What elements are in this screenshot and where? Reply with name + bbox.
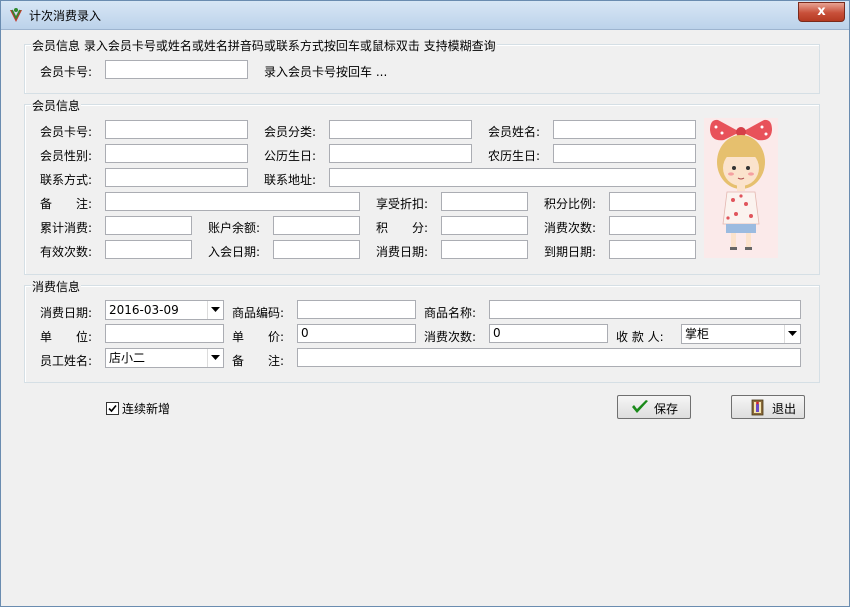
member-info-group: 会员信息 会员卡号: 会员分类: 会员姓名: 会员性别: 公历生日: 农历生日:… [24, 97, 820, 275]
member-join-date-field[interactable] [273, 240, 360, 259]
goods-name-label: 商品名称: [424, 306, 477, 320]
app-logo-icon [10, 8, 22, 22]
exit-button[interactable]: 退出 [731, 395, 805, 419]
member-birthday-field[interactable] [329, 144, 472, 163]
check-icon [632, 400, 648, 413]
member-points-field[interactable] [441, 216, 528, 235]
member-birthday-label: 公历生日: [264, 149, 317, 163]
member-spend-count-field[interactable] [609, 216, 696, 235]
staff-select[interactable]: 店小二 [105, 348, 224, 368]
member-total-spend-field[interactable] [105, 216, 192, 235]
date-dropdown-arrow-icon[interactable] [207, 301, 223, 319]
close-button[interactable]: x [798, 2, 845, 22]
consume-date-picker[interactable]: 2016-03-09 [105, 300, 224, 320]
member-card-field[interactable] [105, 120, 248, 139]
member-last-spend-date-field[interactable] [441, 240, 528, 259]
member-card-label: 会员卡号: [40, 125, 93, 139]
member-lunar-birthday-field[interactable] [553, 144, 696, 163]
unit-label: 单 位: [40, 330, 93, 344]
member-discount-label: 享受折扣: [376, 197, 429, 211]
member-last-spend-date-label: 消费日期: [376, 245, 429, 259]
price-label: 单 价: [232, 330, 285, 344]
member-discount-field[interactable] [441, 192, 528, 211]
search-group-legend: 会员信息 录入会员卡号或姓名或姓名拼音码或联系方式按回车或鼠标双击 支持模糊查询 [31, 37, 497, 54]
member-gender-label: 会员性别: [40, 149, 93, 163]
staff-label: 员工姓名: [40, 354, 93, 368]
goods-code-label: 商品编码: [232, 306, 285, 320]
search-card-input[interactable] [105, 60, 248, 79]
member-name-field[interactable] [553, 120, 696, 139]
member-remark-label: 备 注: [40, 197, 93, 211]
consume-group-legend: 消费信息 [31, 278, 82, 295]
member-contact-label: 联系方式: [40, 173, 93, 187]
unit-input[interactable] [105, 324, 224, 343]
cashier-dropdown-arrow-icon[interactable] [784, 325, 800, 343]
title-bar[interactable]: 计次消费录入 x [1, 1, 849, 30]
member-avatar-icon [710, 119, 772, 250]
member-points-ratio-label: 积分比例: [544, 197, 597, 211]
cashier-value: 掌柜 [685, 327, 710, 341]
member-name-label: 会员姓名: [488, 125, 541, 139]
member-address-label: 联系地址: [264, 173, 317, 187]
consume-date-value: 2016-03-09 [109, 303, 179, 317]
member-points-ratio-field[interactable] [609, 192, 696, 211]
member-contact-field[interactable] [105, 168, 248, 187]
staff-dropdown-arrow-icon[interactable] [207, 349, 223, 367]
goods-name-input[interactable] [489, 300, 801, 319]
goods-code-input[interactable] [297, 300, 416, 319]
search-hint: 录入会员卡号按回车 ... [264, 65, 388, 79]
member-balance-label: 账户余额: [208, 221, 261, 235]
member-valid-count-field[interactable] [105, 240, 192, 259]
window-title: 计次消费录入 [29, 9, 102, 23]
member-expire-date-label: 到期日期: [544, 245, 597, 259]
continue-add-checkbox[interactable] [106, 402, 119, 415]
member-category-label: 会员分类: [264, 125, 317, 139]
staff-value: 店小二 [109, 351, 146, 365]
save-button-label: 保存 [654, 402, 679, 416]
member-join-date-label: 入会日期: [208, 245, 261, 259]
member-spend-count-label: 消费次数: [544, 221, 597, 235]
member-remark-field[interactable] [105, 192, 360, 211]
consume-date-label: 消费日期: [40, 306, 93, 320]
count-input[interactable]: 0 [489, 324, 608, 343]
consume-info-group: 消费信息 消费日期: 2016-03-09 商品编码: 商品名称: 单 位: 单… [24, 278, 820, 383]
consume-remark-label: 备 注: [232, 354, 285, 368]
member-expire-date-field[interactable] [609, 240, 696, 259]
count-label: 消费次数: [424, 330, 477, 344]
continue-add-label[interactable]: 连续新增 [122, 400, 170, 417]
member-category-field[interactable] [329, 120, 472, 139]
search-group: 会员信息 录入会员卡号或姓名或姓名拼音码或联系方式按回车或鼠标双击 支持模糊查询… [24, 37, 820, 94]
dialog-client-area: 会员信息 录入会员卡号或姓名或姓名拼音码或联系方式按回车或鼠标双击 支持模糊查询… [9, 30, 841, 600]
member-lunar-birthday-label: 农历生日: [488, 149, 541, 163]
member-valid-count-label: 有效次数: [40, 245, 93, 259]
consume-remark-input[interactable] [297, 348, 801, 367]
search-card-label: 会员卡号: [40, 65, 93, 79]
member-points-label: 积 分: [376, 221, 429, 235]
member-photo[interactable] [704, 118, 778, 258]
price-input[interactable]: 0 [297, 324, 416, 343]
cashier-select[interactable]: 掌柜 [681, 324, 801, 344]
member-group-legend: 会员信息 [31, 97, 82, 114]
dialog-window: 计次消费录入 x 会员信息 录入会员卡号或姓名或姓名拼音码或联系方式按回车或鼠标… [0, 0, 850, 607]
member-balance-field[interactable] [273, 216, 360, 235]
member-total-spend-label: 累计消费: [40, 221, 93, 235]
save-button[interactable]: 保存 [617, 395, 691, 419]
exit-button-label: 退出 [772, 402, 797, 416]
member-gender-field[interactable] [105, 144, 248, 163]
member-address-field[interactable] [329, 168, 696, 187]
cashier-label: 收 款 人: [616, 330, 664, 344]
checkmark-icon [108, 404, 117, 413]
exit-door-icon [751, 399, 764, 416]
